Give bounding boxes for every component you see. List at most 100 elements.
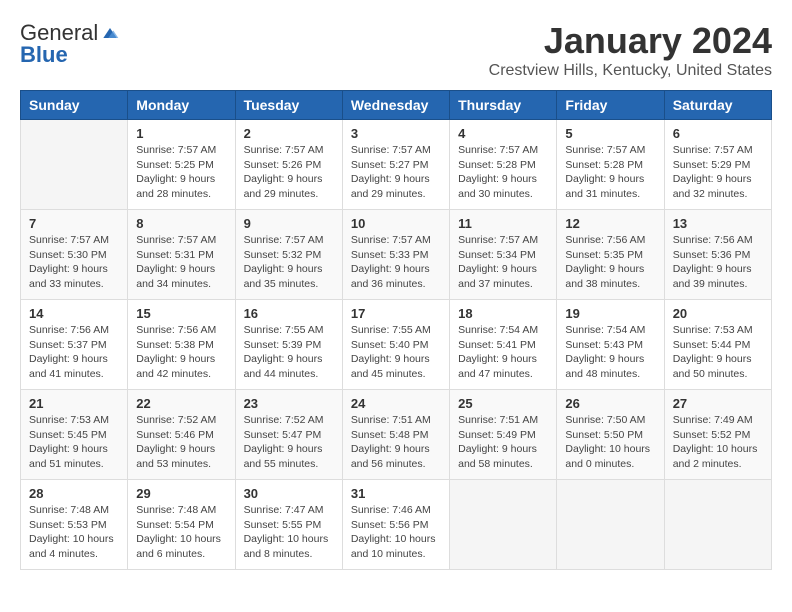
day-info: Sunrise: 7:56 AMSunset: 5:36 PMDaylight:… [673, 233, 763, 292]
day-info: Sunrise: 7:52 AMSunset: 5:47 PMDaylight:… [244, 413, 334, 472]
header-day-saturday: Saturday [664, 91, 771, 120]
calendar-cell: 17 Sunrise: 7:55 AMSunset: 5:40 PMDayligh… [342, 300, 449, 390]
calendar-cell [21, 120, 128, 210]
day-number: 1 [136, 126, 226, 141]
day-number: 8 [136, 216, 226, 231]
calendar-cell: 11 Sunrise: 7:57 AMSunset: 5:34 PMDayligh… [450, 210, 557, 300]
day-info: Sunrise: 7:57 AMSunset: 5:28 PMDaylight:… [565, 143, 655, 202]
day-info: Sunrise: 7:49 AMSunset: 5:52 PMDaylight:… [673, 413, 763, 472]
calendar-cell: 1 Sunrise: 7:57 AMSunset: 5:25 PMDaylight… [128, 120, 235, 210]
calendar-cell: 22Sunrise: 7:52 AMSunset: 5:46 PMDayligh… [128, 390, 235, 480]
calendar-cell: 28Sunrise: 7:48 AMSunset: 5:53 PMDayligh… [21, 480, 128, 570]
calendar-cell [664, 480, 771, 570]
day-number: 12 [565, 216, 655, 231]
day-number: 19 [565, 306, 655, 321]
header-day-wednesday: Wednesday [342, 91, 449, 120]
day-number: 17 [351, 306, 441, 321]
day-number: 16 [244, 306, 334, 321]
day-number: 18 [458, 306, 548, 321]
days-header-row: SundayMondayTuesdayWednesdayThursdayFrid… [21, 91, 772, 120]
logo-blue-text: Blue [20, 42, 68, 68]
header-day-tuesday: Tuesday [235, 91, 342, 120]
day-info: Sunrise: 7:56 AMSunset: 5:35 PMDaylight:… [565, 233, 655, 292]
calendar-cell [450, 480, 557, 570]
header-day-monday: Monday [128, 91, 235, 120]
header-day-friday: Friday [557, 91, 664, 120]
day-number: 3 [351, 126, 441, 141]
calendar-cell: 9Sunrise: 7:57 AMSunset: 5:32 PMDaylight… [235, 210, 342, 300]
calendar-cell: 6 Sunrise: 7:57 AMSunset: 5:29 PMDaylight… [664, 120, 771, 210]
week-row-4: 21Sunrise: 7:53 AMSunset: 5:45 PMDayligh… [21, 390, 772, 480]
day-info: Sunrise: 7:52 AMSunset: 5:46 PMDaylight:… [136, 413, 226, 472]
day-number: 10 [351, 216, 441, 231]
calendar-cell: 7 Sunrise: 7:57 AMSunset: 5:30 PMDaylight… [21, 210, 128, 300]
calendar-cell: 29 Sunrise: 7:48 AMSunset: 5:54 PMDayligh… [128, 480, 235, 570]
day-info: Sunrise: 7:57 AMSunset: 5:26 PMDaylight:… [244, 143, 334, 202]
calendar-cell: 18 Sunrise: 7:54 AMSunset: 5:41 PMDayligh… [450, 300, 557, 390]
day-info: Sunrise: 7:48 AMSunset: 5:54 PMDaylight:… [136, 503, 226, 562]
day-info: Sunrise: 7:57 AMSunset: 5:31 PMDaylight:… [136, 233, 226, 292]
day-number: 20 [673, 306, 763, 321]
week-row-2: 7 Sunrise: 7:57 AMSunset: 5:30 PMDaylight… [21, 210, 772, 300]
calendar-cell: 5 Sunrise: 7:57 AMSunset: 5:28 PMDaylight… [557, 120, 664, 210]
header-day-thursday: Thursday [450, 91, 557, 120]
day-info: Sunrise: 7:57 AMSunset: 5:30 PMDaylight:… [29, 233, 119, 292]
calendar-cell: 24Sunrise: 7:51 AMSunset: 5:48 PMDayligh… [342, 390, 449, 480]
calendar-cell [557, 480, 664, 570]
day-number: 11 [458, 216, 548, 231]
calendar-cell: 3Sunrise: 7:57 AMSunset: 5:27 PMDaylight… [342, 120, 449, 210]
calendar-cell: 14 Sunrise: 7:56 AMSunset: 5:37 PMDayligh… [21, 300, 128, 390]
calendar-cell: 16 Sunrise: 7:55 AMSunset: 5:39 PMDayligh… [235, 300, 342, 390]
day-info: Sunrise: 7:51 AMSunset: 5:49 PMDaylight:… [458, 413, 548, 472]
day-info: Sunrise: 7:55 AMSunset: 5:40 PMDaylight:… [351, 323, 441, 382]
location-text: Crestview Hills, Kentucky, United States [489, 62, 772, 80]
day-number: 4 [458, 126, 548, 141]
day-number: 2 [244, 126, 334, 141]
logo-icon [100, 23, 120, 43]
calendar-cell: 31 Sunrise: 7:46 AMSunset: 5:56 PMDayligh… [342, 480, 449, 570]
day-info: Sunrise: 7:57 AMSunset: 5:28 PMDaylight:… [458, 143, 548, 202]
day-number: 15 [136, 306, 226, 321]
day-info: Sunrise: 7:56 AMSunset: 5:38 PMDaylight:… [136, 323, 226, 382]
calendar-cell: 2 Sunrise: 7:57 AMSunset: 5:26 PMDaylight… [235, 120, 342, 210]
day-number: 24 [351, 396, 441, 411]
day-number: 31 [351, 486, 441, 501]
day-info: Sunrise: 7:57 AMSunset: 5:34 PMDaylight:… [458, 233, 548, 292]
calendar-cell: 19 Sunrise: 7:54 AMSunset: 5:43 PMDayligh… [557, 300, 664, 390]
week-row-3: 14 Sunrise: 7:56 AMSunset: 5:37 PMDayligh… [21, 300, 772, 390]
day-number: 29 [136, 486, 226, 501]
title-section: January 2024 Crestview Hills, Kentucky, … [489, 20, 772, 80]
day-number: 7 [29, 216, 119, 231]
calendar-cell: 13Sunrise: 7:56 AMSunset: 5:36 PMDayligh… [664, 210, 771, 300]
day-info: Sunrise: 7:57 AMSunset: 5:29 PMDaylight:… [673, 143, 763, 202]
day-number: 26 [565, 396, 655, 411]
day-number: 14 [29, 306, 119, 321]
week-row-1: 1 Sunrise: 7:57 AMSunset: 5:25 PMDaylight… [21, 120, 772, 210]
week-row-5: 28Sunrise: 7:48 AMSunset: 5:53 PMDayligh… [21, 480, 772, 570]
day-info: Sunrise: 7:57 AMSunset: 5:25 PMDaylight:… [136, 143, 226, 202]
day-info: Sunrise: 7:50 AMSunset: 5:50 PMDaylight:… [565, 413, 655, 472]
day-number: 5 [565, 126, 655, 141]
day-number: 23 [244, 396, 334, 411]
day-info: Sunrise: 7:46 AMSunset: 5:56 PMDaylight:… [351, 503, 441, 562]
calendar-cell: 10 Sunrise: 7:57 AMSunset: 5:33 PMDayligh… [342, 210, 449, 300]
day-info: Sunrise: 7:57 AMSunset: 5:33 PMDaylight:… [351, 233, 441, 292]
day-info: Sunrise: 7:47 AMSunset: 5:55 PMDaylight:… [244, 503, 334, 562]
calendar-cell: 27Sunrise: 7:49 AMSunset: 5:52 PMDayligh… [664, 390, 771, 480]
day-number: 21 [29, 396, 119, 411]
day-number: 30 [244, 486, 334, 501]
calendar-cell: 23 Sunrise: 7:52 AMSunset: 5:47 PMDayligh… [235, 390, 342, 480]
day-info: Sunrise: 7:56 AMSunset: 5:37 PMDaylight:… [29, 323, 119, 382]
calendar-cell: 26 Sunrise: 7:50 AMSunset: 5:50 PMDayligh… [557, 390, 664, 480]
day-number: 6 [673, 126, 763, 141]
day-info: Sunrise: 7:54 AMSunset: 5:41 PMDaylight:… [458, 323, 548, 382]
calendar-cell: 25Sunrise: 7:51 AMSunset: 5:49 PMDayligh… [450, 390, 557, 480]
calendar-cell: 20Sunrise: 7:53 AMSunset: 5:44 PMDayligh… [664, 300, 771, 390]
calendar-cell: 12 Sunrise: 7:56 AMSunset: 5:35 PMDayligh… [557, 210, 664, 300]
day-info: Sunrise: 7:57 AMSunset: 5:32 PMDaylight:… [244, 233, 334, 292]
calendar-cell: 21Sunrise: 7:53 AMSunset: 5:45 PMDayligh… [21, 390, 128, 480]
calendar-cell: 30 Sunrise: 7:47 AMSunset: 5:55 PMDayligh… [235, 480, 342, 570]
day-info: Sunrise: 7:54 AMSunset: 5:43 PMDaylight:… [565, 323, 655, 382]
month-title: January 2024 [489, 20, 772, 62]
day-info: Sunrise: 7:55 AMSunset: 5:39 PMDaylight:… [244, 323, 334, 382]
